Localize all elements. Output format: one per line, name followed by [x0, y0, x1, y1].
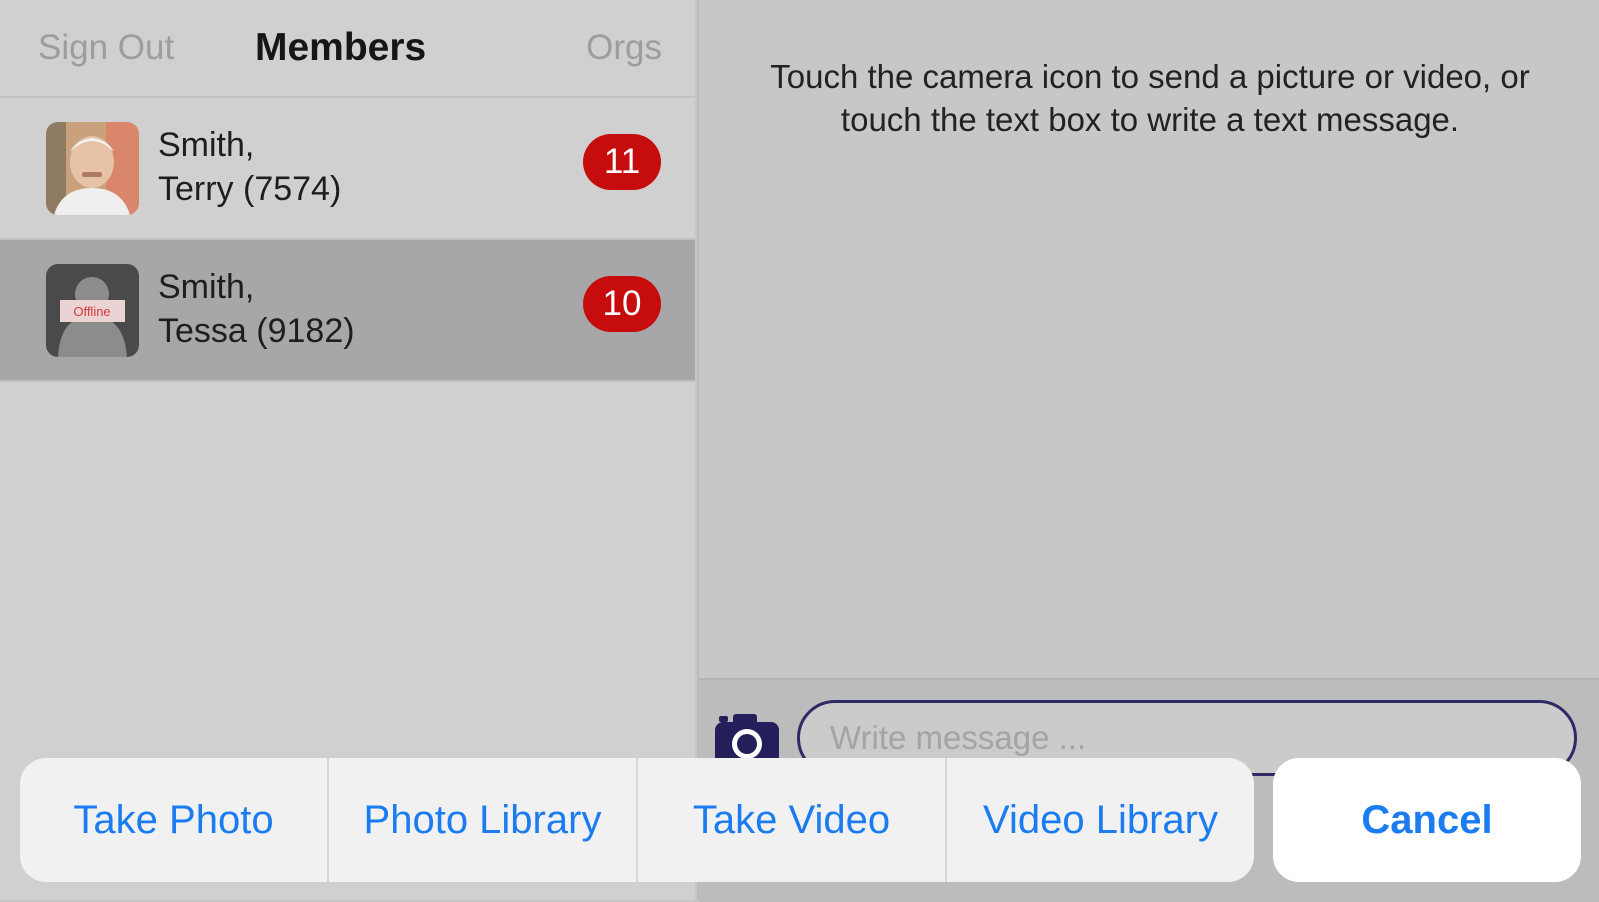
offline-avatar-icon: Offline	[46, 264, 139, 357]
video-library-button[interactable]: Video Library	[947, 758, 1254, 882]
page-title: Members	[255, 26, 427, 69]
member-first-name: Tessa (9182)	[158, 312, 355, 350]
photo-library-button[interactable]: Photo Library	[329, 758, 638, 882]
member-name: Smith, Tessa (9182)	[158, 265, 355, 353]
take-photo-button[interactable]: Take Photo	[20, 758, 329, 882]
member-row-terry[interactable]: Smith, Terry (7574) 11	[0, 98, 695, 240]
member-last-name: Smith,	[158, 126, 255, 164]
unread-badge: 10	[583, 276, 661, 332]
unread-badge: 11	[583, 134, 661, 190]
photo-avatar-icon	[46, 122, 139, 215]
media-action-sheet: Take Photo Photo Library Take Video Vide…	[20, 758, 1254, 882]
sign-out-button[interactable]: Sign Out	[38, 28, 174, 68]
member-name: Smith, Terry (7574)	[158, 123, 341, 211]
navigation-bar: Sign Out Members Orgs	[0, 0, 695, 98]
instructions-line-1: Touch the camera icon to send a picture …	[770, 58, 1530, 95]
orgs-button[interactable]: Orgs	[586, 28, 662, 68]
instructions-line-2: touch the text box to write a text messa…	[840, 101, 1460, 138]
member-last-name: Smith,	[158, 268, 255, 306]
chat-instructions: Touch the camera icon to send a picture …	[699, 55, 1599, 141]
member-first-name: Terry (7574)	[158, 170, 342, 208]
offline-label: Offline	[73, 304, 110, 319]
member-row-tessa[interactable]: Offline Smith, Tessa (9182) 10	[0, 240, 695, 382]
cancel-button[interactable]: Cancel	[1273, 758, 1581, 882]
take-video-button[interactable]: Take Video	[638, 758, 947, 882]
